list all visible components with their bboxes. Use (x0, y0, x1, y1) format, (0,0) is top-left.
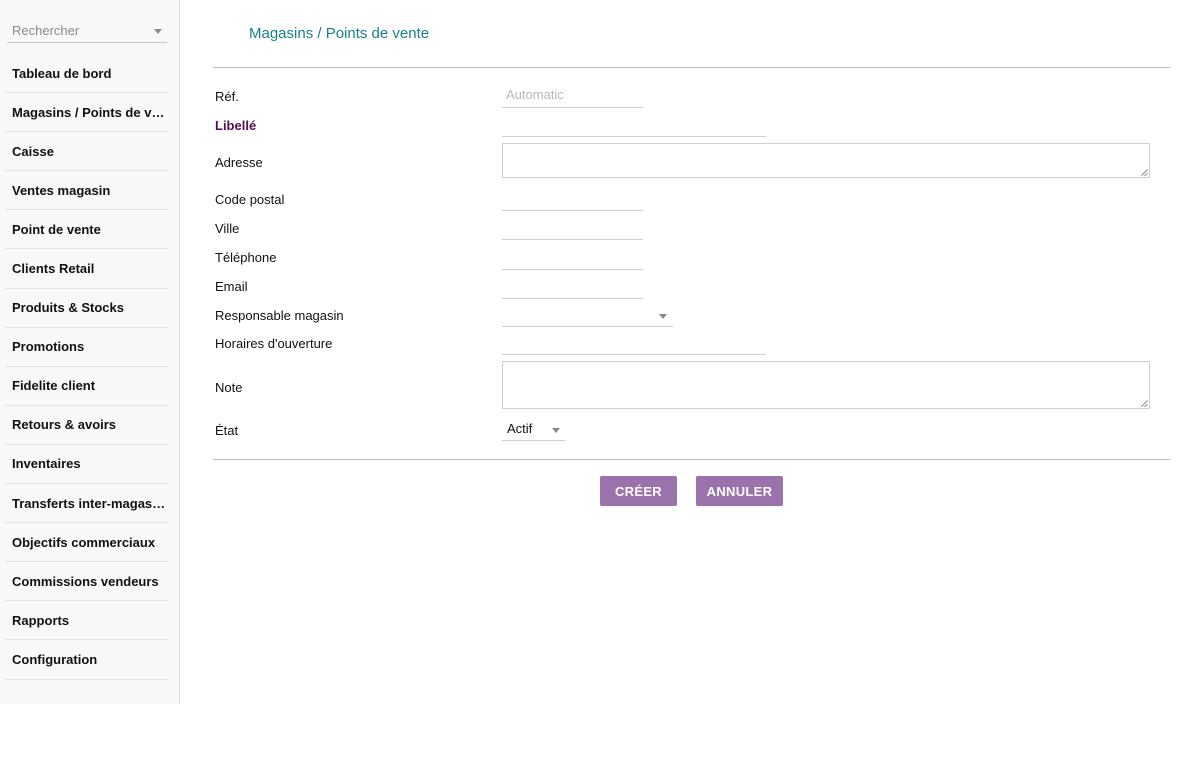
libelle-field[interactable] (502, 115, 766, 137)
sidebar-item-caisse[interactable]: Caisse (5, 132, 168, 172)
note-textarea[interactable] (502, 361, 1150, 409)
adresse-textarea[interactable] (502, 143, 1150, 178)
resize-grip-icon[interactable] (1140, 168, 1148, 176)
sidebar-item-promotions[interactable]: Promotions (5, 328, 168, 367)
sidebar-item-point-de-vente[interactable]: Point de vente (5, 210, 168, 250)
sidebar-item-label: Retours & avoirs (12, 417, 117, 433)
sidebar-item-magasins[interactable]: Magasins / Points de vente (5, 93, 168, 133)
sidebar-item-retours-avoirs[interactable]: Retours & avoirs (5, 406, 168, 445)
responsable-select[interactable] (502, 305, 673, 327)
email-field[interactable] (502, 276, 643, 299)
sidebar-item-label: Caisse (12, 143, 54, 159)
sidebar: Rechercher Tableau de bord Magasins / Po… (0, 0, 180, 704)
sidebar-item-rapports[interactable]: Rapports (5, 601, 168, 641)
sidebar-item-objectifs[interactable]: Objectifs commerciaux (5, 523, 168, 563)
libelle-label: Libellé (215, 118, 257, 133)
create-button[interactable]: CRÉER (600, 476, 677, 506)
sidebar-menu: Tableau de bord Magasins / Points de ven… (5, 54, 168, 680)
code-postal-field[interactable] (502, 188, 643, 211)
sidebar-item-label: Produits & Stocks (12, 300, 124, 316)
sidebar-item-tableau-de-bord[interactable]: Tableau de bord (5, 54, 168, 94)
horaires-field[interactable] (502, 333, 766, 355)
ref-field[interactable]: Automatic (502, 86, 643, 108)
sidebar-item-commissions[interactable]: Commissions vendeurs (5, 562, 168, 602)
sidebar-item-inventaires[interactable]: Inventaires (5, 445, 168, 485)
sidebar-item-label: Fidelite client (12, 378, 96, 394)
header-divider (213, 67, 1170, 68)
sidebar-item-clients-retail[interactable]: Clients Retail (5, 249, 168, 289)
adresse-label: Adresse (215, 155, 263, 170)
sidebar-item-ventes-magasin[interactable]: Ventes magasin (5, 171, 168, 211)
ref-placeholder: Automatic (506, 87, 564, 102)
sidebar-item-label: Commissions vendeurs (12, 573, 159, 589)
telephone-label: Téléphone (215, 250, 277, 265)
sidebar-item-fidelite-client[interactable]: Fidelite client (5, 367, 168, 406)
email-label: Email (215, 279, 248, 294)
sidebar-item-label: Transferts inter-magasins (12, 495, 168, 511)
search-placeholder: Rechercher (12, 23, 80, 38)
sidebar-item-label: Configuration (12, 651, 98, 667)
etat-label: État (215, 423, 239, 438)
code-postal-label: Code postal (215, 192, 285, 207)
sidebar-item-label: Objectifs commerciaux (12, 534, 156, 550)
sidebar-item-label: Rapports (12, 612, 70, 628)
sidebar-item-label: Promotions (12, 339, 85, 355)
ref-label: Réf. (215, 89, 239, 104)
page-title: Magasins / Points de vente (249, 25, 430, 42)
horaires-label: Horaires d'ouverture (215, 336, 333, 351)
sidebar-item-label: Clients Retail (12, 261, 95, 277)
caret-down-icon[interactable] (659, 314, 667, 319)
sidebar-item-label: Inventaires (12, 456, 81, 472)
caret-down-icon[interactable] (154, 29, 162, 34)
sidebar-item-produits-stocks[interactable]: Produits & Stocks (5, 289, 168, 328)
sidebar-item-label: Point de vente (12, 221, 101, 237)
search-select[interactable]: Rechercher (7, 19, 167, 43)
form-divider (213, 459, 1170, 460)
sidebar-item-transferts[interactable]: Transferts inter-magasins (5, 484, 168, 524)
ville-field[interactable] (502, 218, 643, 240)
sidebar-item-label: Ventes magasin (12, 182, 111, 198)
sidebar-item-label: Magasins / Points de vente (12, 104, 168, 120)
resize-grip-icon[interactable] (1140, 399, 1148, 407)
note-label: Note (215, 380, 243, 395)
etat-value: Actif (507, 421, 533, 436)
cancel-button[interactable]: ANNULER (696, 476, 783, 506)
responsable-label: Responsable magasin (215, 308, 344, 323)
caret-down-icon[interactable] (552, 428, 560, 433)
sidebar-item-label: Tableau de bord (12, 65, 112, 81)
ville-label: Ville (215, 221, 240, 236)
etat-select[interactable]: Actif (502, 420, 565, 441)
telephone-field[interactable] (502, 247, 643, 270)
sidebar-item-configuration[interactable]: Configuration (5, 640, 168, 680)
